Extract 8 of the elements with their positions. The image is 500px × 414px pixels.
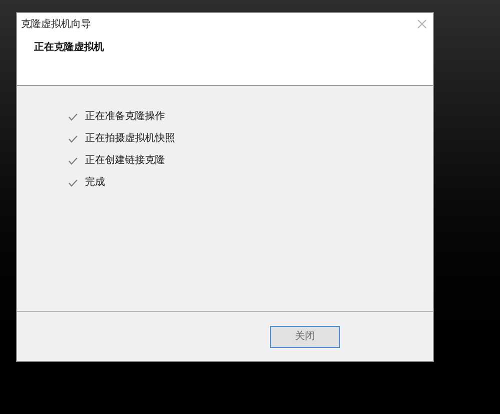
- page-heading: 正在克隆虚拟机: [34, 41, 105, 55]
- window-title: 克隆虚拟机向导: [21, 18, 91, 32]
- step-label: 正在创建链接克隆: [85, 154, 165, 168]
- close-button[interactable]: 关闭: [270, 326, 340, 348]
- step-label: 完成: [85, 176, 105, 190]
- close-icon[interactable]: [417, 19, 427, 29]
- step-label: 正在拍摄虚拟机快照: [85, 132, 175, 146]
- step-label: 正在准备克隆操作: [85, 110, 165, 124]
